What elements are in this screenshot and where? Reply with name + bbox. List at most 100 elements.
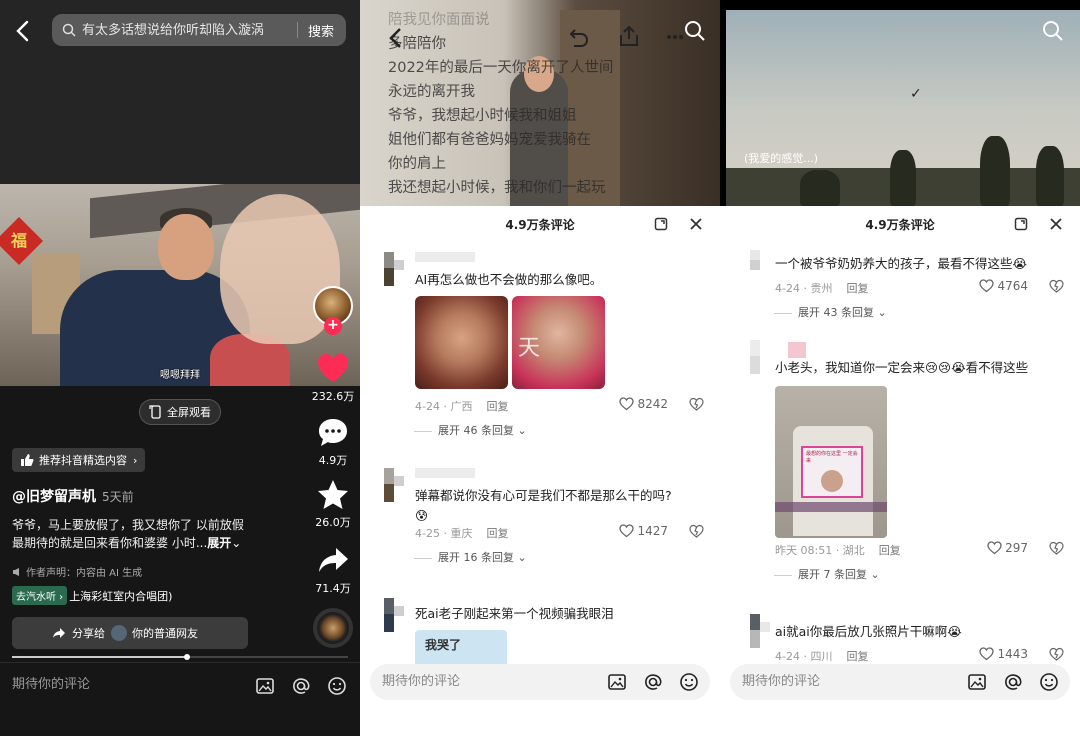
- share-icon[interactable]: [618, 24, 640, 48]
- search-icon[interactable]: [684, 20, 706, 42]
- share-to-friend-button[interactable]: 分享给 你的普通网友: [12, 617, 248, 649]
- heart-outline-icon: [979, 279, 995, 293]
- commenter-avatar[interactable]: [384, 598, 404, 632]
- close-icon[interactable]: [1048, 216, 1064, 232]
- commenter-avatar[interactable]: [384, 252, 404, 286]
- expand-replies-link[interactable]: 展开 43 条回复 ⌄: [798, 304, 887, 320]
- reply-link[interactable]: 回复: [846, 282, 868, 295]
- author-name[interactable]: @旧梦留声机: [12, 489, 96, 505]
- recommend-chip[interactable]: 推荐抖音精选内容 ›: [12, 448, 146, 472]
- share-button[interactable]: 71.4万: [308, 544, 358, 604]
- progress-fill: [12, 656, 187, 658]
- reply-link[interactable]: 回复: [486, 400, 508, 413]
- reply-link[interactable]: 回复: [879, 544, 901, 557]
- comment-like-count: 297: [1005, 541, 1028, 555]
- comment-date: 4-24 · 广西: [415, 400, 473, 413]
- image-icon[interactable]: [606, 671, 628, 693]
- reply-link[interactable]: 回复: [486, 527, 508, 540]
- at-mention-icon[interactable]: [1002, 671, 1024, 693]
- comment-like-button[interactable]: 8242: [619, 397, 668, 411]
- expand-replies-link[interactable]: 展开 16 条回复 ⌄: [438, 549, 527, 565]
- comment-sticker[interactable]: 我哭了: [415, 630, 507, 664]
- at-mention-icon[interactable]: [642, 671, 664, 693]
- emoji-icon[interactable]: [326, 675, 348, 697]
- music-app-tag[interactable]: 去汽水听 ›: [12, 586, 68, 605]
- recommend-label: 推荐抖音精选内容: [39, 454, 127, 467]
- creator-avatar-group[interactable]: +: [308, 286, 358, 340]
- music-disc-button[interactable]: [308, 608, 358, 648]
- video-tree: [890, 150, 916, 206]
- share-icon: [53, 628, 65, 638]
- comment-text: 小老头，我知道你一定会来😢😢😭看不得这些: [775, 360, 1029, 375]
- comment-like-button[interactable]: 1443: [979, 647, 1028, 661]
- favorite-count: 26.0万: [315, 516, 351, 529]
- expand-replies-link[interactable]: 展开 46 条回复 ⌄: [438, 422, 527, 438]
- commenter-avatar[interactable]: [750, 250, 770, 270]
- video-frame[interactable]: 福 嗯嗯拜拜: [0, 184, 360, 386]
- commenter-avatar[interactable]: [384, 468, 404, 502]
- close-icon[interactable]: [688, 216, 704, 232]
- dislike-icon[interactable]: [689, 524, 704, 539]
- comment-like-button[interactable]: 297: [987, 541, 1028, 555]
- follow-plus-icon[interactable]: +: [324, 317, 342, 335]
- comment-text: 一个被爷爷奶奶养大的孩子，最看不得这些😭: [775, 256, 1028, 271]
- emoji-icon[interactable]: [1038, 671, 1060, 693]
- progress-handle[interactable]: [183, 654, 190, 660]
- photo-overlay-text: 天: [518, 336, 541, 361]
- search-icon[interactable]: [1042, 20, 1064, 42]
- expand-replies-link[interactable]: 展开 7 条回复 ⌄: [798, 566, 880, 582]
- video-description: 爷爷，马上要放假了，我又想你了 以前放假 最期待的就是回来看你和婆婆 小时...…: [12, 516, 304, 552]
- image-icon[interactable]: [254, 675, 276, 697]
- desc-expand-link[interactable]: 展开: [207, 536, 231, 550]
- comment-photo[interactable]: 天: [512, 296, 605, 389]
- search-button[interactable]: 搜索: [308, 21, 334, 40]
- comment-photo[interactable]: [415, 296, 508, 389]
- comment-input[interactable]: [742, 674, 942, 689]
- fullscreen-button[interactable]: 全屏观看: [139, 399, 221, 425]
- commenter-avatar[interactable]: [750, 340, 806, 374]
- overlay-line: 2022年的最后一天你离开了人世间: [388, 60, 614, 76]
- video-preview[interactable]: 陪我见你面面说 多陪陪你 2022年的最后一天你离开了人世间 永远的离开我 爷爷…: [360, 0, 720, 206]
- comment-date: 4-24 · 贵州: [775, 282, 833, 295]
- comment-date: 4-24 · 四川: [775, 650, 833, 663]
- comment-like-button[interactable]: 4764: [979, 279, 1028, 293]
- music-row[interactable]: 去汽水听 › 上海彩虹室内合唱团): [12, 586, 172, 605]
- comment-button[interactable]: 4.9万: [308, 416, 358, 476]
- comment-photo[interactable]: 最想的你在这里 一定会来: [775, 386, 887, 538]
- video-progress-bar[interactable]: [12, 654, 348, 660]
- dislike-icon[interactable]: [1049, 279, 1064, 294]
- dislike-icon[interactable]: [689, 397, 704, 412]
- fullscreen-icon: [149, 405, 161, 419]
- comment-input[interactable]: [12, 677, 232, 692]
- back-arrow-icon[interactable]: [12, 18, 34, 44]
- like-button[interactable]: 232.6万: [308, 352, 358, 412]
- expand-icon[interactable]: [1014, 217, 1028, 231]
- favorite-button[interactable]: 26.0万: [308, 478, 358, 538]
- overlay-line: 你的肩上: [388, 156, 446, 172]
- expand-replies-label: 展开 43 条回复: [798, 306, 874, 319]
- photo-frame: 最想的你在这里 一定会来: [801, 446, 863, 498]
- back-arrow-icon[interactable]: [386, 26, 406, 50]
- reply-link[interactable]: 回复: [846, 650, 868, 663]
- dislike-icon[interactable]: [1049, 541, 1064, 556]
- video-preview[interactable]: ✓ (我爱的感觉...): [720, 0, 1080, 206]
- more-icon[interactable]: [666, 34, 684, 40]
- comment-like-button[interactable]: 1427: [619, 524, 668, 538]
- dislike-icon[interactable]: [1049, 647, 1064, 662]
- undo-icon[interactable]: [566, 28, 590, 48]
- thumbs-up-icon: [21, 454, 34, 466]
- expand-icon[interactable]: [654, 217, 668, 231]
- commenter-name[interactable]: [415, 468, 475, 478]
- search-bar: 搜索: [52, 14, 346, 46]
- comment-input[interactable]: [382, 674, 582, 689]
- search-icon: [62, 23, 76, 37]
- image-icon[interactable]: [966, 671, 988, 693]
- at-mention-icon[interactable]: [290, 675, 312, 697]
- commenter-avatar[interactable]: [750, 614, 770, 648]
- music-title: 上海彩虹室内合唱团): [69, 589, 173, 603]
- overlay-line: 多陪陪你: [388, 36, 446, 52]
- commenter-name[interactable]: [415, 252, 475, 262]
- search-input[interactable]: [82, 22, 287, 38]
- emoji-icon[interactable]: [678, 671, 700, 693]
- heart-outline-icon: [619, 397, 635, 411]
